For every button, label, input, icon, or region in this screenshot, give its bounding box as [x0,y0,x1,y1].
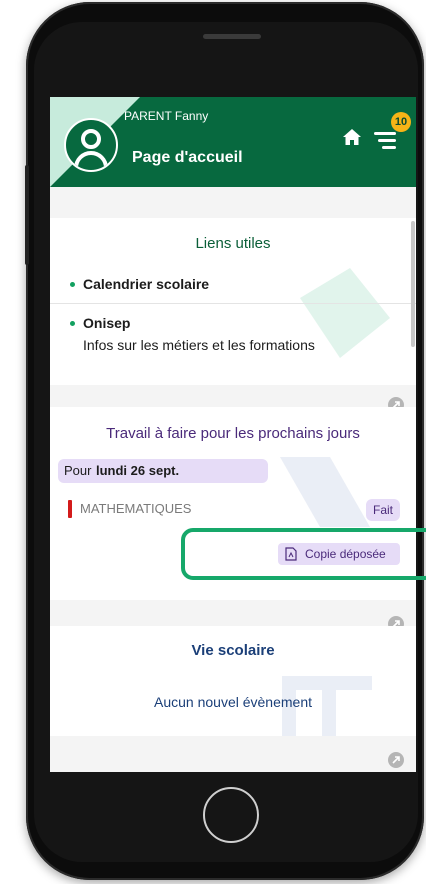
homework-date: lundi 26 sept. [96,463,180,478]
useful-links-card: Liens utiles Calendrier scolaire Onisep … [50,218,416,385]
avatar-body [74,151,108,170]
subject-color-bar [68,500,72,518]
app-header: PARENT Fanny Page d'accueil 10 [50,97,416,187]
decorative-watermark [300,268,390,358]
school-life-card: Vie scolaire Aucun nouvel évènement [50,626,416,736]
divider [50,303,416,304]
homework-title: Travail à faire pour les prochains jours [106,425,360,442]
avatar-head [81,129,101,149]
notification-badge[interactable]: 10 [391,112,411,132]
user-avatar-icon[interactable] [64,118,118,172]
page-title: Page d'accueil [132,149,243,166]
external-link-icon[interactable] [388,752,404,768]
user-name: PARENT Fanny [124,109,209,123]
bullet [70,282,75,287]
homework-subject[interactable]: MATHEMATIQUES [80,501,191,516]
home-icon[interactable] [342,127,362,147]
link-onisep[interactable]: Onisep [83,315,130,331]
school-life-title: Vie scolaire [191,642,275,659]
phone-speaker [203,34,261,39]
useful-links-title: Liens utiles [195,235,271,252]
homework-done-badge[interactable]: Fait [366,499,400,521]
menu-icon[interactable] [374,129,400,151]
link-calendrier-scolaire[interactable]: Calendrier scolaire [83,276,209,292]
school-life-message: Aucun nouvel évènement [154,694,312,710]
link-onisep-description: Infos sur les métiers et les formations [83,337,315,353]
homework-date-prefix: Pour [64,463,92,478]
app-screen: PARENT Fanny Page d'accueil 10 Liens uti… [50,97,416,772]
bullet [70,321,75,326]
highlight-frame [181,528,426,580]
phone-side-button [25,165,29,265]
phone-home-button[interactable] [203,787,259,843]
scrollbar[interactable] [411,221,415,347]
